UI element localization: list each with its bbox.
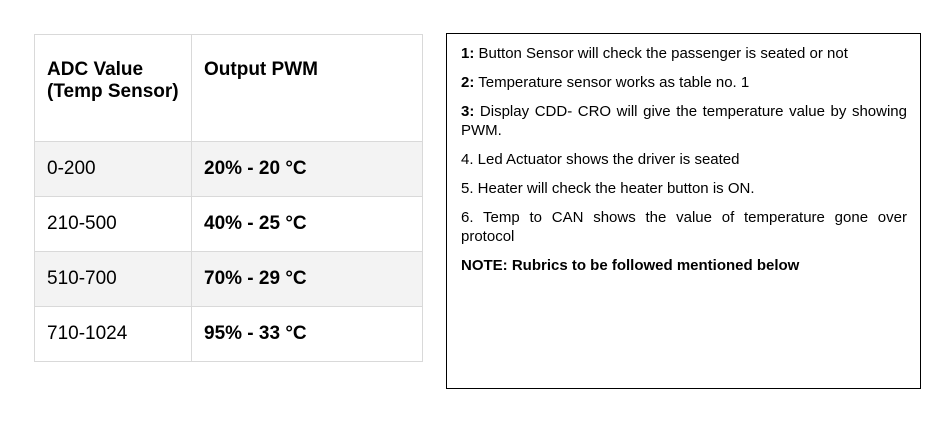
note-number: 5. xyxy=(461,180,474,197)
adc-cell: 0-200 xyxy=(34,141,192,197)
note-item-6: 6. Temp to CAN shows the value of temper… xyxy=(461,208,907,246)
adc-cell: 210-500 xyxy=(34,196,192,252)
pwm-cell: 95% - 33 °C xyxy=(191,306,423,362)
note-number: 4. xyxy=(461,151,474,168)
note-number: 1: xyxy=(461,45,475,62)
note-text: Temperature sensor works as table no. 1 xyxy=(474,74,750,91)
note-text: Led Actuator shows the driver is seated xyxy=(473,151,740,168)
table-row: 210-500 40% - 25 °C xyxy=(34,196,423,252)
note-text: Button Sensor will check the passenger i… xyxy=(474,45,848,62)
note-text: Temp to CAN shows the value of temperatu… xyxy=(461,209,907,245)
adc-cell: 510-700 xyxy=(34,251,192,307)
adc-cell: 710-1024 xyxy=(34,306,192,362)
header-adc-value: ADC Value (Temp Sensor) xyxy=(34,34,192,142)
table-row: 510-700 70% - 29 °C xyxy=(34,251,423,307)
note-item-3: 3: Display CDD- CRO will give the temper… xyxy=(461,102,907,140)
note-item-4: 4. Led Actuator shows the driver is seat… xyxy=(461,150,907,169)
note-item-2: 2: Temperature sensor works as table no.… xyxy=(461,73,907,92)
pwm-cell: 20% - 20 °C xyxy=(191,141,423,197)
note-number: 6. xyxy=(461,209,474,226)
notes-box: 1: Button Sensor will check the passenge… xyxy=(446,33,921,389)
pwm-cell: 70% - 29 °C xyxy=(191,251,423,307)
adc-pwm-table: ADC Value (Temp Sensor) Output PWM 0-200… xyxy=(34,34,423,362)
note-text: Heater will check the heater button is O… xyxy=(473,180,755,197)
pwm-cell: 40% - 25 °C xyxy=(191,196,423,252)
table-header-row: ADC Value (Temp Sensor) Output PWM xyxy=(34,34,423,142)
note-text: Display CDD- CRO will give the temperatu… xyxy=(461,103,907,139)
table-row: 0-200 20% - 20 °C xyxy=(34,141,423,197)
note-item-1: 1: Button Sensor will check the passenge… xyxy=(461,44,907,63)
note-number: 2: xyxy=(461,74,475,91)
rubrics-note: NOTE: Rubrics to be followed mentioned b… xyxy=(461,257,800,274)
note-number: 3: xyxy=(461,103,475,120)
header-output-pwm: Output PWM xyxy=(191,34,423,142)
note-item-5: 5. Heater will check the heater button i… xyxy=(461,179,907,198)
table-row: 710-1024 95% - 33 °C xyxy=(34,306,423,362)
